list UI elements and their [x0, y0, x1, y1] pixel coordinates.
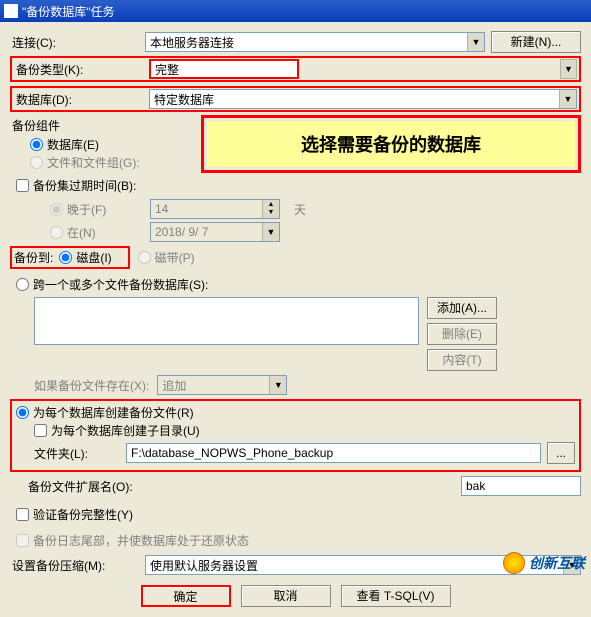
- dialog-body: 连接(C): 本地服务器连接 ▼ 新建(N)... 备份类型(K): 完整 ▼ …: [0, 22, 591, 617]
- connection-value: 本地服务器连接: [150, 34, 234, 51]
- extension-label: 备份文件扩展名(O):: [10, 478, 270, 495]
- chevron-down-icon[interactable]: ▼: [559, 90, 576, 108]
- verify-label: 验证备份完整性(Y): [33, 506, 133, 523]
- watermark: 创新互联: [503, 552, 585, 574]
- if-exists-value: 追加: [162, 377, 186, 394]
- tail-log-input: [16, 534, 29, 547]
- watermark-text: 创新互联: [529, 553, 585, 573]
- backup-components-label: 备份组件: [10, 115, 195, 136]
- across-files-radio-input[interactable]: [16, 278, 29, 291]
- expiration-checkbox-input[interactable]: [16, 179, 29, 192]
- database-radio-input[interactable]: [30, 138, 43, 151]
- database-label: 数据库(D):: [14, 91, 149, 108]
- create-subdir-label: 为每个数据库创建子目录(U): [51, 422, 200, 439]
- watermark-icon: [503, 552, 525, 574]
- add-file-button[interactable]: 添加(A)...: [427, 297, 497, 319]
- create-subdir-checkbox[interactable]: 为每个数据库创建子目录(U): [34, 422, 200, 439]
- disk-radio-input[interactable]: [59, 251, 72, 264]
- instruction-banner: 选择需要备份的数据库: [207, 121, 575, 167]
- backup-type-combo[interactable]: 完整: [149, 59, 299, 79]
- ok-button[interactable]: 确定: [141, 585, 231, 607]
- backup-type-dropdown-arrow[interactable]: ▼: [560, 59, 577, 79]
- expiration-label: 备份集过期时间(B):: [33, 177, 136, 194]
- verify-checkbox[interactable]: 验证备份完整性(Y): [16, 506, 133, 523]
- folder-path-value: F:\database_NOPWS_Phone_backup: [131, 446, 333, 460]
- title-bar: "备份数据库"任务: [0, 0, 591, 22]
- database-radio[interactable]: 数据库(E): [30, 136, 99, 153]
- days-spinner: 14 ▲▼: [150, 199, 280, 219]
- on-radio: 在(N): [50, 224, 140, 241]
- across-files-radio[interactable]: 跨一个或多个文件备份数据库(S):: [16, 276, 208, 293]
- if-exists-combo: 追加 ▼: [157, 375, 287, 395]
- extension-input[interactable]: bak: [461, 476, 581, 496]
- chevron-down-icon: ▼: [269, 376, 286, 394]
- chevron-down-icon[interactable]: ▼: [467, 33, 484, 51]
- title-text: "备份数据库"任务: [22, 3, 115, 20]
- compression-label: 设置备份压缩(M):: [10, 557, 145, 574]
- after-label: 晚于(F): [67, 201, 106, 218]
- tail-log-checkbox: 备份日志尾部，并使数据库处于还原状态: [16, 532, 249, 549]
- date-picker: 2018/ 9/ 7 ▼: [150, 222, 280, 242]
- after-radio: 晚于(F): [50, 201, 140, 218]
- on-radio-input: [50, 226, 63, 239]
- app-icon: [4, 4, 18, 18]
- files-groups-radio: 文件和文件组(G):: [30, 154, 140, 171]
- across-files-label: 跨一个或多个文件备份数据库(S):: [33, 276, 208, 293]
- backup-type-label: 备份类型(K):: [14, 61, 149, 78]
- verify-checkbox-input[interactable]: [16, 508, 29, 521]
- on-label: 在(N): [67, 224, 96, 241]
- disk-radio[interactable]: 磁盘(I): [59, 249, 111, 266]
- backup-type-value: 完整: [155, 61, 179, 78]
- disk-label: 磁盘(I): [76, 249, 111, 266]
- date-value: 2018/ 9/ 7: [155, 225, 208, 239]
- days-unit: 天: [294, 201, 306, 218]
- tape-radio: 磁带(P): [138, 249, 195, 266]
- after-radio-input: [50, 203, 63, 216]
- tape-radio-input: [138, 251, 151, 264]
- database-combo[interactable]: 特定数据库 ▼: [149, 89, 577, 109]
- if-exists-label: 如果备份文件存在(X):: [34, 377, 149, 394]
- database-value: 特定数据库: [154, 91, 214, 108]
- connection-label: 连接(C):: [10, 34, 145, 51]
- extension-value: bak: [466, 479, 485, 493]
- tail-log-label: 备份日志尾部，并使数据库处于还原状态: [33, 532, 249, 549]
- cancel-button[interactable]: 取消: [241, 585, 331, 607]
- connection-combo[interactable]: 本地服务器连接 ▼: [145, 32, 485, 52]
- database-radio-label: 数据库(E): [47, 136, 99, 153]
- folder-path-input[interactable]: F:\database_NOPWS_Phone_backup: [126, 443, 541, 463]
- contents-button: 内容(T): [427, 349, 497, 371]
- backup-to-label: 备份到:: [14, 249, 53, 266]
- compression-value: 使用默认服务器设置: [150, 557, 258, 574]
- tape-label: 磁带(P): [155, 249, 195, 266]
- chevron-down-icon: ▼: [262, 223, 279, 241]
- files-groups-radio-input: [30, 156, 43, 169]
- new-connection-button[interactable]: 新建(N)...: [491, 31, 581, 53]
- spinner-icon: ▲▼: [262, 200, 279, 218]
- per-db-label: 为每个数据库创建备份文件(R): [33, 404, 194, 421]
- create-subdir-input[interactable]: [34, 424, 47, 437]
- remove-file-button: 删除(E): [427, 323, 497, 345]
- days-value: 14: [155, 202, 168, 216]
- expiration-checkbox[interactable]: 备份集过期时间(B):: [16, 177, 136, 194]
- view-tsql-button[interactable]: 查看 T-SQL(V): [341, 585, 451, 607]
- per-db-radio-input[interactable]: [16, 406, 29, 419]
- backup-files-listbox[interactable]: [34, 297, 419, 345]
- folder-label: 文件夹(L):: [16, 445, 126, 462]
- browse-folder-button[interactable]: ...: [547, 442, 575, 464]
- per-db-radio[interactable]: 为每个数据库创建备份文件(R): [16, 404, 194, 421]
- files-groups-label: 文件和文件组(G):: [47, 154, 140, 171]
